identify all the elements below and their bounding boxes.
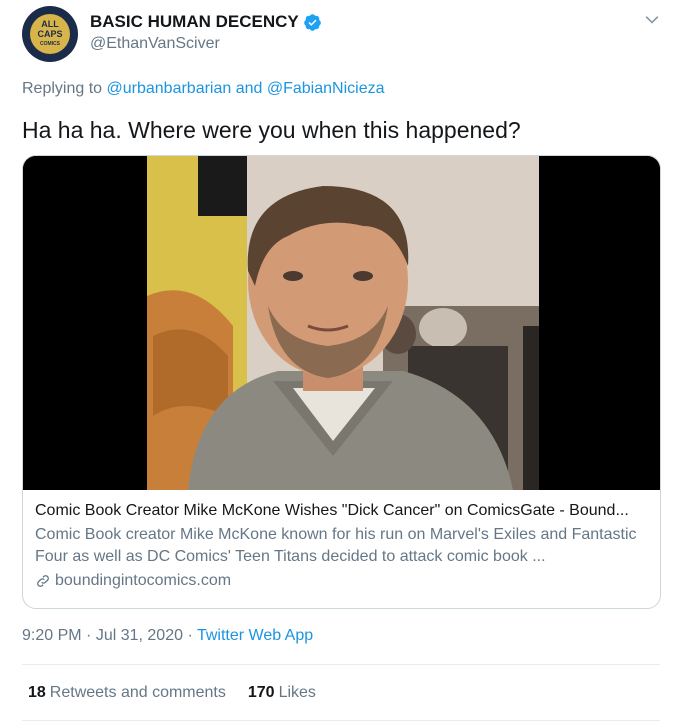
likes-stat[interactable]: 170 Likes <box>248 684 316 702</box>
retweets-stat[interactable]: 18 Retweets and comments <box>28 684 226 702</box>
verified-badge-icon <box>303 13 321 31</box>
tweet-stats: 18 Retweets and comments 170 Likes <box>28 684 316 702</box>
reply-user-link[interactable]: @urbanbarbarian <box>107 80 232 97</box>
divider <box>22 664 660 665</box>
source-app-link[interactable]: Twitter Web App <box>197 627 313 644</box>
author-handle[interactable]: @EthanVanSciver <box>90 35 322 53</box>
replying-to: Replying to @urbanbarbarian and @FabianN… <box>22 80 385 97</box>
tweet-header: ALL CAPS COMICS BASIC HUMAN DECENCY @Eth… <box>22 6 662 66</box>
tweet-time[interactable]: 9:20 PM <box>22 627 82 644</box>
card-image[interactable] <box>23 156 660 490</box>
card-description: Comic Book creator Mike McKone known for… <box>35 526 637 565</box>
tweet-text: Ha ha ha. Where were you when this happe… <box>22 117 521 143</box>
divider <box>22 720 660 721</box>
display-name[interactable]: BASIC HUMAN DECENCY <box>90 12 322 32</box>
avatar[interactable]: ALL CAPS COMICS <box>22 6 78 62</box>
reply-and: and <box>231 80 267 97</box>
card-title[interactable]: Comic Book Creator Mike McKone Wishes "D… <box>35 502 650 520</box>
link-icon <box>37 575 49 587</box>
card-domain[interactable]: boundingintocomics.com <box>35 572 650 590</box>
chevron-down-icon[interactable] <box>642 10 662 30</box>
card-photo <box>23 156 660 490</box>
reply-user-link[interactable]: @FabianNicieza <box>267 80 385 97</box>
avatar-logo: ALL CAPS COMICS <box>30 14 70 54</box>
author-names: BASIC HUMAN DECENCY @EthanVanSciver <box>90 12 322 53</box>
link-card[interactable]: Comic Book Creator Mike McKone Wishes "D… <box>22 155 661 609</box>
tweet-date[interactable]: Jul 31, 2020 <box>96 627 183 644</box>
tweet-meta: 9:20 PM · Jul 31, 2020 · Twitter Web App <box>22 627 314 644</box>
card-body: Comic Book Creator Mike McKone Wishes "D… <box>35 502 650 590</box>
